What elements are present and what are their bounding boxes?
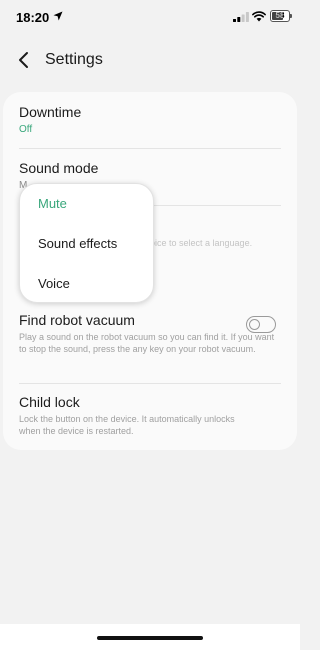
menu-item-mute[interactable]: Mute bbox=[38, 196, 67, 211]
battery-nub bbox=[290, 14, 292, 18]
find-robot-label: Find robot vacuum bbox=[19, 312, 135, 328]
status-bar: 18:20 58 bbox=[0, 0, 300, 36]
divider bbox=[19, 148, 281, 149]
wifi-icon bbox=[252, 11, 266, 22]
child-lock-description: Lock the button on the device. It automa… bbox=[19, 414, 235, 436]
find-robot-row[interactable]: Find robot vacuum Play a sound on the ro… bbox=[19, 312, 283, 355]
sound-mode-menu: Mute Sound effects Voice bbox=[19, 183, 154, 303]
menu-item-sound-effects[interactable]: Sound effects bbox=[38, 236, 117, 251]
chevron-left-icon[interactable] bbox=[14, 50, 34, 70]
battery-icon: 58 bbox=[270, 10, 290, 22]
page-title: Settings bbox=[45, 51, 103, 68]
child-lock-row: Child lock Lock the button on the device… bbox=[19, 394, 239, 437]
downtime-label: Downtime bbox=[19, 104, 82, 120]
battery-level: 58 bbox=[275, 11, 285, 20]
divider bbox=[19, 383, 281, 384]
cellular-signal-icon bbox=[233, 12, 249, 22]
find-robot-description: Play a sound on the robot vacuum so you … bbox=[19, 332, 275, 354]
child-lock-label: Child lock bbox=[19, 394, 80, 410]
sound-mode-label: Sound mode bbox=[19, 160, 99, 176]
toggle-knob bbox=[249, 318, 260, 330]
home-indicator[interactable] bbox=[97, 636, 203, 640]
location-arrow-icon bbox=[53, 11, 63, 21]
menu-item-voice[interactable]: Voice bbox=[38, 276, 70, 291]
downtime-row[interactable]: Downtime Off bbox=[19, 104, 283, 136]
language-description: oice to select a language. bbox=[150, 238, 253, 248]
status-time: 18:20 bbox=[16, 10, 50, 25]
downtime-value: Off bbox=[19, 124, 33, 135]
app-header: Settings bbox=[0, 40, 300, 80]
child-lock-toggle[interactable] bbox=[246, 316, 276, 333]
